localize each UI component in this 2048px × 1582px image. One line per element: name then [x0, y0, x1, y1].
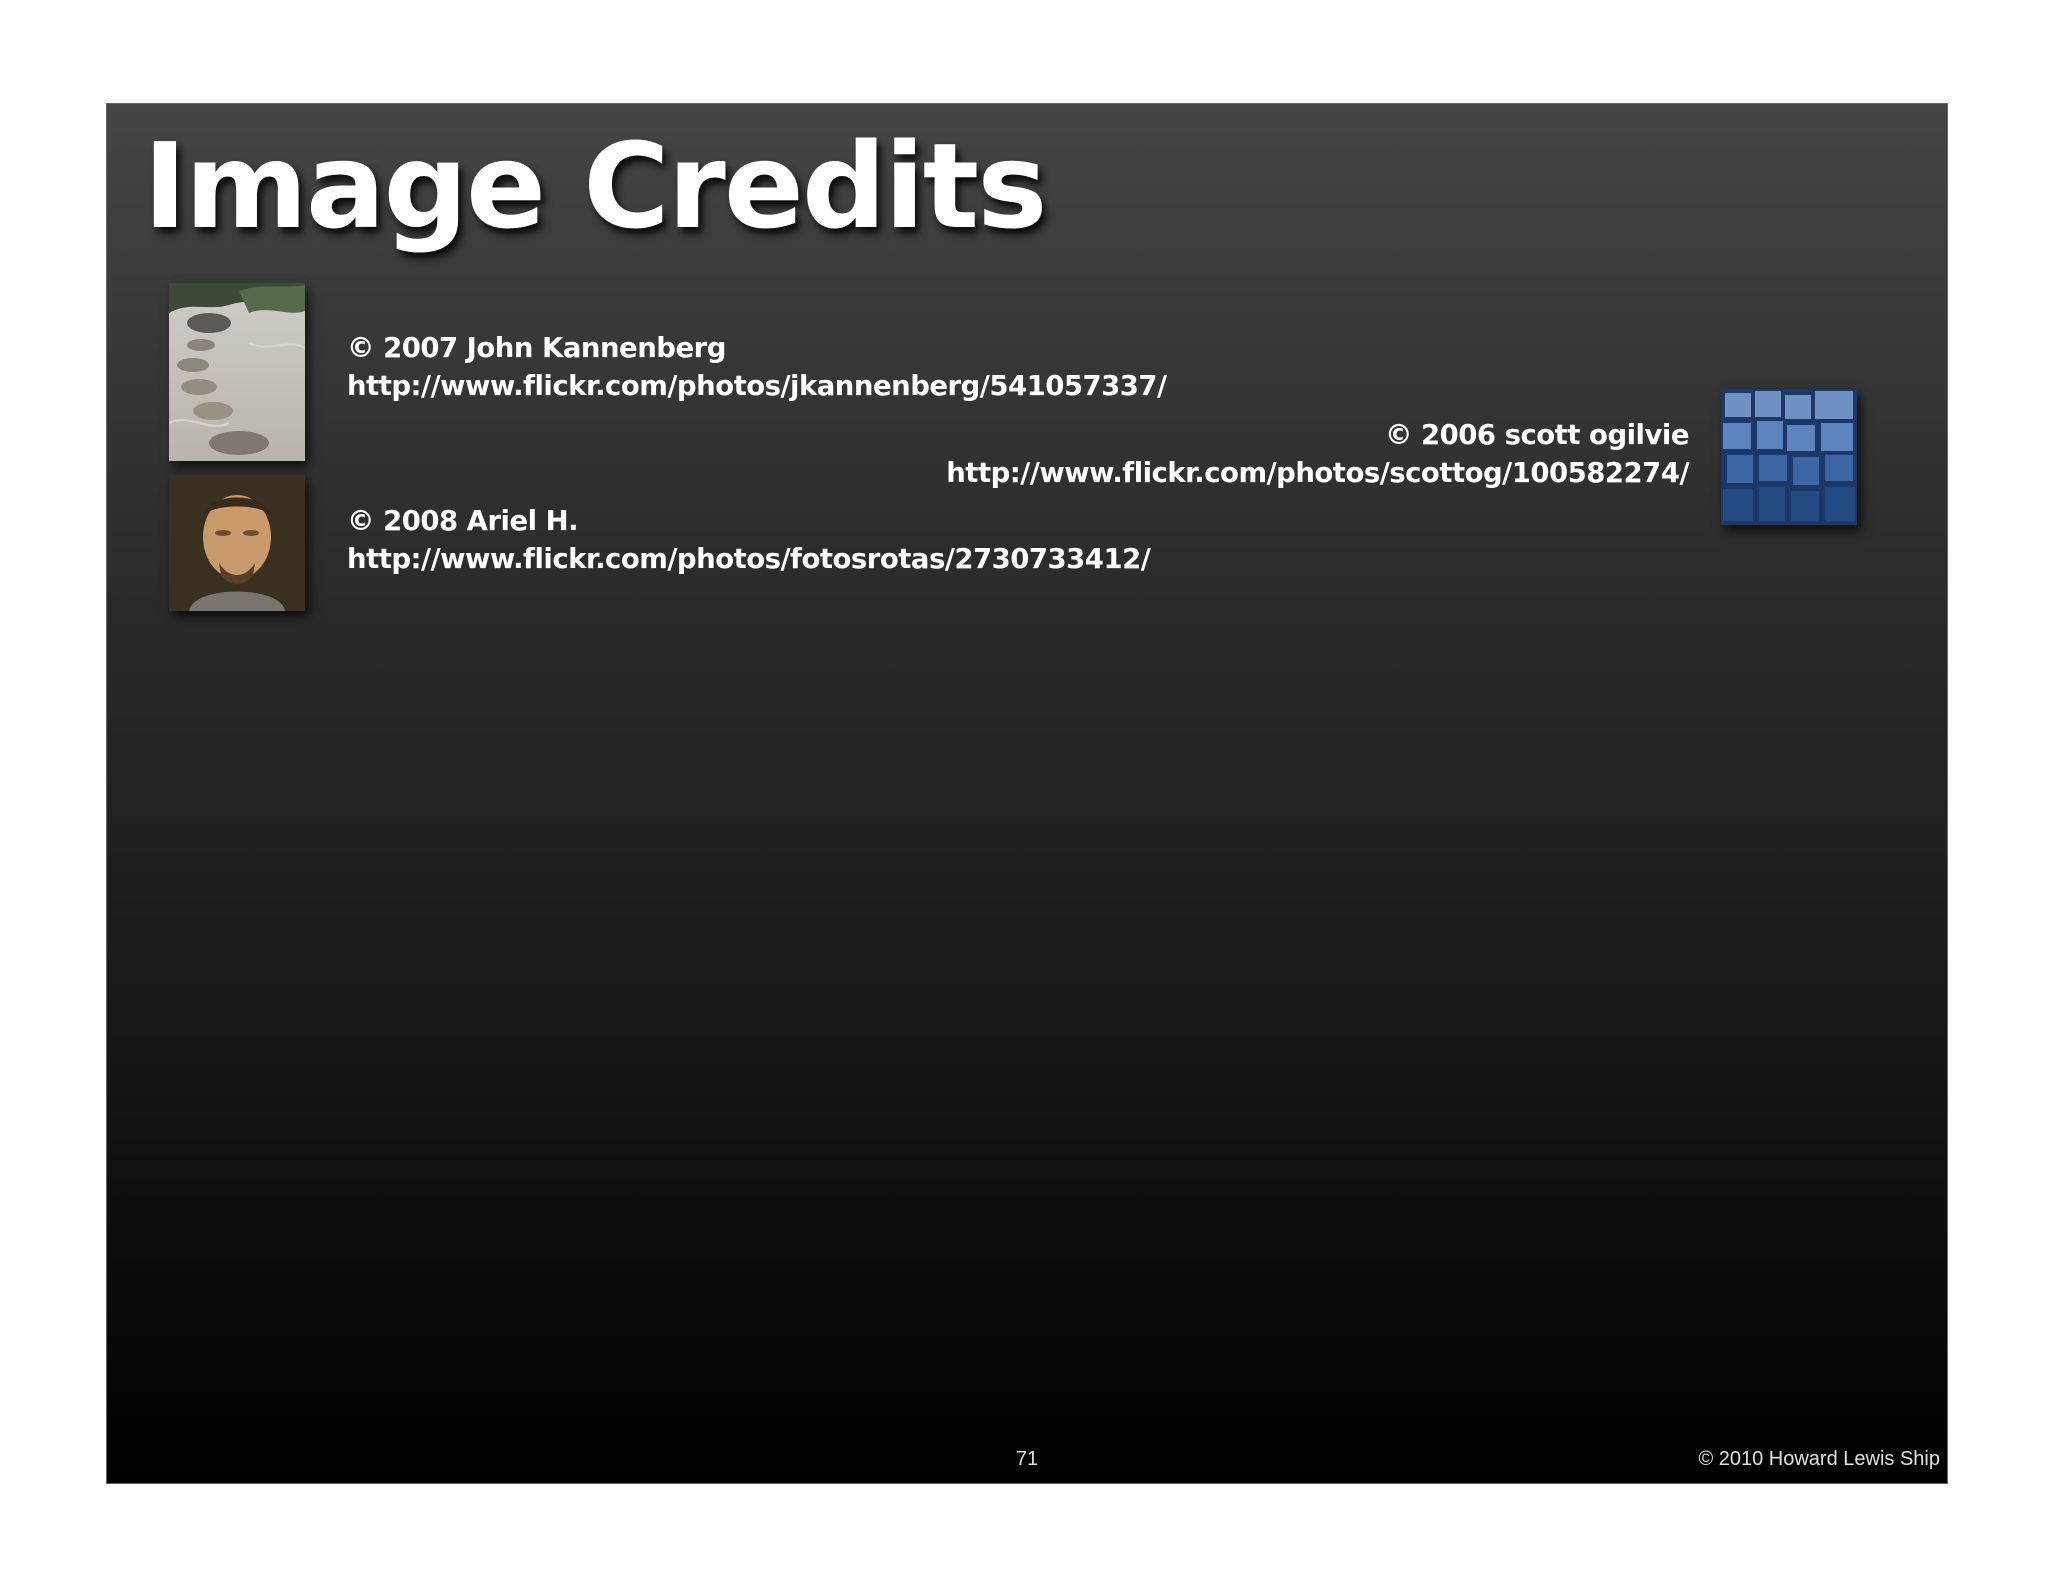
credit-kannenberg: © 2007 John Kannenberg http://www.flickr…	[347, 329, 1167, 405]
footer-copyright: © 2010 Howard Lewis Ship	[1698, 1448, 1940, 1470]
slide-title: Image Credits	[143, 117, 1047, 255]
slide-number: 71	[1015, 1448, 1039, 1470]
credit-url-link[interactable]: http://www.flickr.com/photos/jkannenberg…	[347, 367, 1167, 405]
slide: Image Credits © 2007 John Kannenberg htt…	[106, 103, 1948, 1484]
page: Image Credits © 2007 John Kannenberg htt…	[0, 0, 2048, 1582]
credit-copyright: © 2006 scott ogilvie	[1384, 419, 1690, 451]
credit-copyright: © 2007 John Kannenberg	[347, 332, 726, 364]
credit-ariel: © 2008 Ariel H. http://www.flickr.com/ph…	[347, 502, 1151, 578]
blue-cubes-thumbnail	[1721, 389, 1857, 525]
credit-url-link[interactable]: http://www.flickr.com/photos/fotosrotas/…	[347, 540, 1151, 578]
credit-ogilvie: © 2006 scott ogilvie http://www.flickr.c…	[946, 416, 1689, 492]
credit-copyright: © 2008 Ariel H.	[347, 505, 579, 537]
credit-url-link[interactable]: http://www.flickr.com/photos/scottog/100…	[946, 454, 1689, 492]
portrait-thumbnail	[169, 475, 305, 611]
zen-garden-thumbnail	[169, 283, 305, 461]
